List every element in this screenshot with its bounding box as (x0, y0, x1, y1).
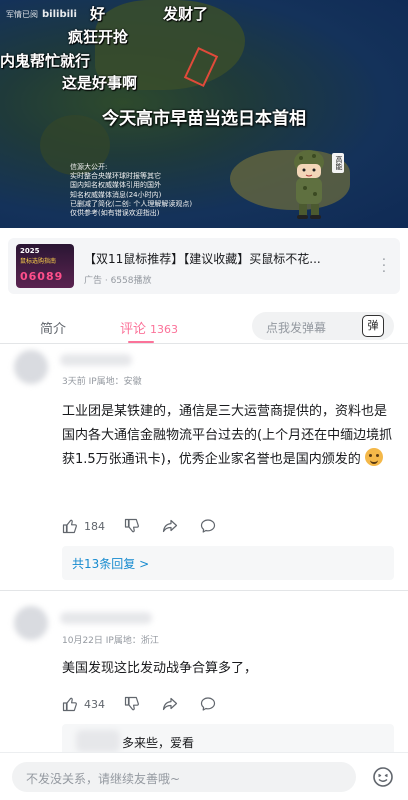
active-tab-indicator (128, 341, 154, 343)
mascot-tag: 高能 (332, 153, 344, 173)
share-icon (162, 697, 178, 711)
bilibili-logo: bilibili (42, 9, 77, 20)
more-vertical-icon[interactable]: · · · (382, 254, 386, 279)
chat-bubble-icon (200, 697, 216, 711)
danmaku-text: 内鬼帮忙就行 (0, 52, 91, 70)
video-watermark: 军情已阅 bilibili (6, 9, 77, 20)
chat-bubble-icon (200, 519, 216, 533)
danmaku-text: 发财了 (163, 5, 209, 23)
tab-comments[interactable]: 评论 1363 (120, 318, 178, 337)
danmaku-text: 好 (90, 5, 106, 23)
ad-thumb-text: 06089 (20, 270, 64, 283)
thumbs-down-icon (124, 518, 139, 533)
danmaku-toggle-button[interactable]: 弹 (362, 315, 384, 337)
thumbs-up-icon (62, 697, 77, 712)
sub-reply-username (76, 730, 120, 752)
channel-name: 军情已阅 (6, 10, 38, 19)
comment-divider (0, 590, 408, 591)
video-player[interactable]: 军情已阅 bilibili 好 发财了 疯狂开抢 内鬼帮忙就行 这是好事啊 今天… (0, 0, 408, 228)
source-notice: 信源大公开: 实时整合央媒环球时报等其它 国内知名权威媒体引用的国外 知名权威媒… (70, 163, 230, 218)
smile-icon[interactable] (372, 766, 394, 788)
like-button[interactable]: 434 (62, 694, 105, 714)
tab-intro[interactable]: 简介 (40, 318, 66, 337)
view-replies[interactable]: 共13条回复 > (62, 546, 394, 580)
source-line: 仅供参考(如有错误欢迎指出) (70, 209, 160, 218)
reply-button[interactable] (200, 694, 216, 714)
dislike-button[interactable] (124, 694, 140, 714)
comment-body: 工业团是某铁建的，通信是三大运营商提供的，资料也是国内各大通信金融物流平台过去的… (62, 404, 393, 467)
view-replies-link[interactable]: 共13条回复 > (72, 555, 149, 572)
like-count: 184 (84, 519, 105, 533)
source-line: 已删减了简化(二创: 个人理解解读观点) (70, 199, 193, 208)
content-tabs: 简介 评论 1363 点我发弹幕 弹 (0, 308, 408, 344)
ad-meta: 广告 · 6558播放 (84, 276, 152, 286)
danmaku-input[interactable]: 点我发弹幕 弹 (252, 312, 394, 340)
comment-text: 工业团是某铁建的，通信是三大运营商提供的，资料也是国内各大通信金融物流平台过去的… (62, 400, 396, 472)
ad-thumb-text: 鼠标选购指南 (20, 258, 57, 265)
reply-placeholder: 不发没关系，请继续友善哦~ (26, 772, 181, 786)
avatar[interactable] (14, 350, 48, 384)
comments-count: 1363 (150, 323, 179, 336)
share-button[interactable] (162, 694, 178, 714)
app-root: 军情已阅 bilibili 好 发财了 疯狂开抢 内鬼帮忙就行 这是好事啊 今天… (0, 0, 408, 800)
video-subtitle: 今天高市早苗当选日本首相 (102, 109, 306, 129)
danmaku-placeholder: 点我发弹幕 (266, 321, 327, 335)
dislike-button[interactable] (124, 516, 140, 536)
source-line: 知名权威媒体消息(24小时内) (70, 190, 162, 199)
ad-card[interactable]: 2025 鼠标选购指南 06089 【双11鼠标推荐】【建议收藏】买鼠标不花..… (8, 238, 400, 294)
ad-thumb-text: 2025 (20, 247, 40, 255)
thumbs-down-icon (124, 696, 139, 711)
source-line: 信源大公开: (70, 163, 108, 171)
comment-actions: 184 (62, 516, 262, 536)
share-icon (162, 519, 178, 533)
danmaku-text: 这是好事啊 (62, 74, 138, 92)
share-button[interactable] (162, 516, 178, 536)
tab-comments-label: 评论 (120, 322, 147, 337)
comment-meta: 3天前 IP属地：安徽 (62, 377, 142, 387)
comment-actions: 434 (62, 694, 262, 714)
username[interactable] (60, 354, 132, 366)
reply-bar: 不发没关系，请继续友善哦~ (0, 752, 408, 800)
reply-input[interactable]: 不发没关系，请继续友善哦~ (12, 762, 356, 792)
like-count: 434 (84, 697, 105, 711)
reply-button[interactable] (200, 516, 216, 536)
comment-text: 美国发现这比发动战争合算多了， (62, 661, 258, 676)
sub-reply-text: 多来些，爱看 (122, 736, 195, 750)
ad-title: 【双11鼠标推荐】【建议收藏】买鼠标不花... (84, 252, 321, 266)
source-line: 国内知名权威媒体引用的国外 (70, 181, 161, 190)
danmaku-text: 疯狂开抢 (68, 28, 129, 46)
doge-emoji-icon (364, 448, 383, 466)
soldier-mascot-icon (294, 150, 324, 219)
like-button[interactable]: 184 (62, 516, 105, 536)
comment-meta: 10月22日 IP属地：浙江 (62, 636, 159, 646)
username[interactable] (60, 612, 152, 624)
thumbs-up-icon (62, 519, 77, 534)
ad-thumbnail: 2025 鼠标选购指南 06089 (16, 244, 74, 288)
avatar[interactable] (14, 606, 48, 640)
